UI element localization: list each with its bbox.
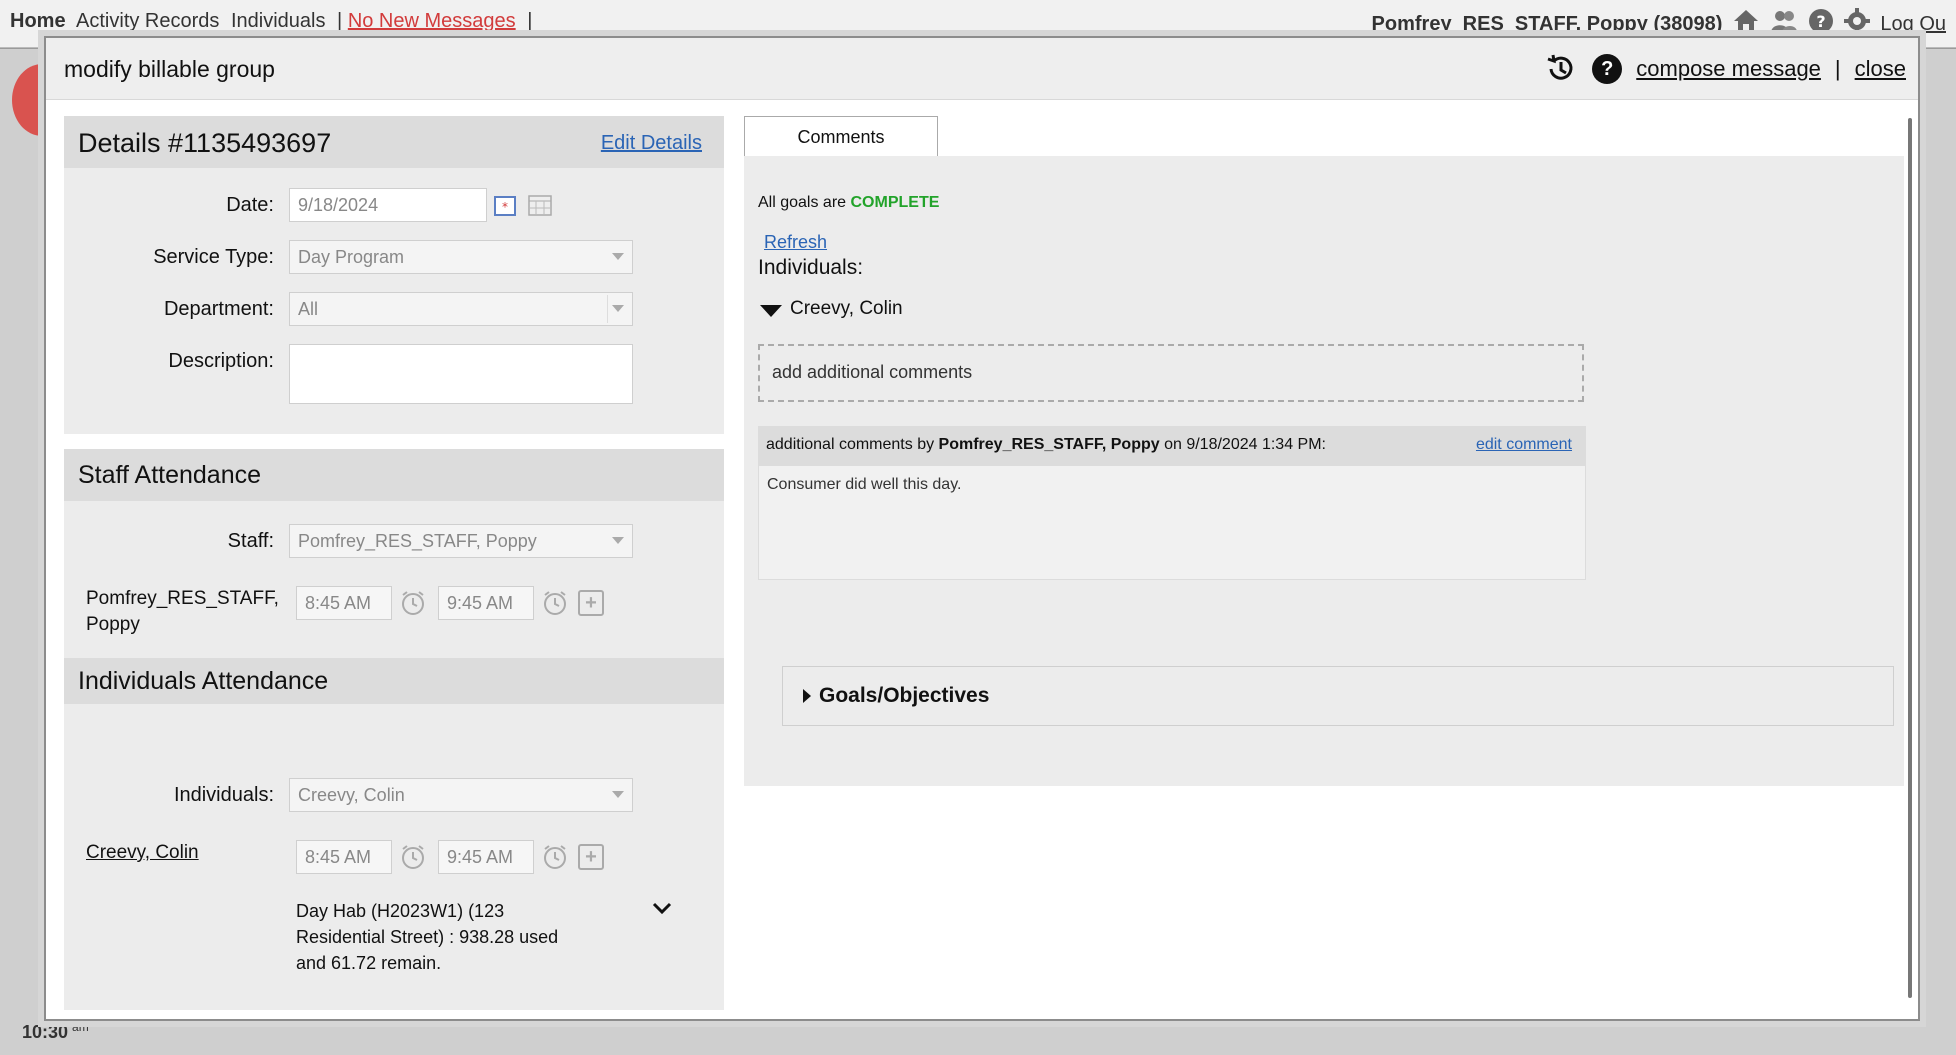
nav-individuals[interactable]: Individuals (231, 10, 326, 32)
add-comments-field[interactable]: add additional comments (758, 344, 1584, 402)
goals-complete-badge: COMPLETE (850, 194, 940, 211)
details-panel: Details #1135493697 Edit Details Date: 9… (64, 116, 724, 1010)
comment-text: Consumer did well this day. (758, 466, 1586, 580)
calendar-icon[interactable] (528, 194, 552, 221)
comment-author: Pomfrey_RES_STAFF, Poppy (938, 436, 1160, 453)
individuals-label: Individuals: (173, 784, 274, 806)
calendar-time-label: 10:30 am (22, 1020, 89, 1042)
comment-timestamp: on 9/18/2024 1:34 PM: (1164, 436, 1326, 453)
dialog-scrollbar[interactable] (1908, 118, 1912, 998)
individuals-select[interactable]: Creevy, Colin (289, 778, 633, 812)
service-type-label: Service Type: (153, 246, 274, 268)
edit-comment-link[interactable]: edit comment (1476, 436, 1572, 454)
department-select[interactable]: All (289, 292, 633, 326)
dialog-header: modify billable group ? compose message … (46, 38, 1918, 100)
dialog-title: modify billable group (64, 56, 275, 82)
dialog-actions: ? compose message | close (1544, 52, 1906, 86)
individual-end-time-input[interactable]: 9:45 AM (438, 840, 534, 874)
individuals-attendance-header: Individuals Attendance (64, 658, 724, 704)
nav-separator: | (337, 10, 343, 32)
individual-expander[interactable]: Creevy, Colin (760, 298, 903, 320)
logout-link[interactable]: Log Ou (1880, 13, 1946, 36)
main-nav: Home Activity Records Individuals | No N… (10, 10, 532, 33)
individual-name: Creevy, Colin (790, 298, 903, 319)
staff-end-time-input[interactable]: 9:45 AM (438, 586, 534, 620)
chevron-down-icon[interactable] (652, 902, 672, 916)
edit-details-link[interactable]: Edit Details (601, 132, 702, 155)
details-header: Details #1135493697 Edit Details (64, 116, 724, 168)
date-input[interactable]: 9/18/2024 (289, 188, 487, 222)
department-label: Department: (163, 298, 274, 320)
staff-select[interactable]: Pomfrey_RES_STAFF, Poppy (289, 524, 633, 558)
modify-billable-group-dialog: modify billable group ? compose message … (44, 36, 1920, 1021)
clock-icon[interactable] (400, 590, 426, 616)
individual-name-link[interactable]: Creevy, Colin (86, 840, 199, 866)
staff-label: Staff: (227, 530, 274, 552)
add-time-icon[interactable]: + (578, 844, 604, 870)
caret-down-icon (760, 305, 782, 317)
caret-right-icon (803, 689, 811, 703)
goals-status: All goals are COMPLETE (758, 194, 940, 211)
add-time-icon[interactable]: + (578, 590, 604, 616)
chevron-down-icon (612, 537, 624, 544)
staff-attendance-header: Staff Attendance (64, 449, 724, 501)
tab-comments[interactable]: Comments (744, 116, 938, 156)
chevron-down-icon (612, 253, 624, 260)
history-icon[interactable] (1544, 52, 1578, 86)
svg-text:?: ? (1817, 12, 1826, 31)
help-icon[interactable]: ? (1592, 54, 1623, 84)
nav-home[interactable]: Home (10, 10, 66, 32)
clock-icon[interactable] (542, 590, 568, 616)
details-title: Details #1135493697 (78, 128, 332, 158)
description-input[interactable] (289, 344, 633, 404)
comment-header: additional comments by Pomfrey_RES_STAFF… (758, 426, 1586, 466)
individuals-heading: Individuals: (758, 256, 864, 279)
description-label: Description: (168, 350, 274, 372)
refresh-link[interactable]: Refresh (764, 232, 827, 253)
nav-separator: | (527, 10, 533, 32)
goals-objectives-expander[interactable]: Goals/Objectives (782, 666, 1894, 726)
goals-objectives-label: Goals/Objectives (819, 684, 990, 707)
chevron-down-icon (612, 791, 624, 798)
svg-text:*: * (502, 200, 508, 214)
staff-person-name: Pomfrey_RES_STAFF, Poppy (86, 588, 279, 635)
staff-start-time-input[interactable]: 8:45 AM (296, 586, 392, 620)
individuals-attendance-title: Individuals Attendance (78, 667, 329, 695)
user-name: Pomfrey_RES_STAFF, Poppy (38098) (1371, 12, 1723, 35)
today-icon[interactable]: * (494, 194, 516, 221)
staff-attendance-title: Staff Attendance (78, 461, 262, 489)
chevron-down-icon (612, 305, 624, 312)
nav-activity-records[interactable]: Activity Records (76, 10, 219, 32)
dialog-body: Details #1135493697 Edit Details Date: 9… (64, 116, 1904, 1010)
comments-tab-body: All goals are COMPLETE Refresh Individua… (744, 156, 1904, 786)
compose-message-link[interactable]: compose message (1636, 56, 1821, 82)
clock-icon[interactable] (400, 844, 426, 870)
service-type-select[interactable]: Day Program (289, 240, 633, 274)
date-label: Date: (226, 194, 274, 216)
authorization-text: Day Hab (H2023W1) (123 Residential Stree… (296, 901, 559, 973)
nav-messages[interactable]: No New Messages (348, 10, 516, 32)
individual-start-time-input[interactable]: 8:45 AM (296, 840, 392, 874)
clock-icon[interactable] (542, 844, 568, 870)
actions-separator: | (1834, 56, 1841, 81)
close-link[interactable]: close (1855, 56, 1906, 82)
comments-panel: Comments All goals are COMPLETE Refresh … (744, 116, 1904, 786)
